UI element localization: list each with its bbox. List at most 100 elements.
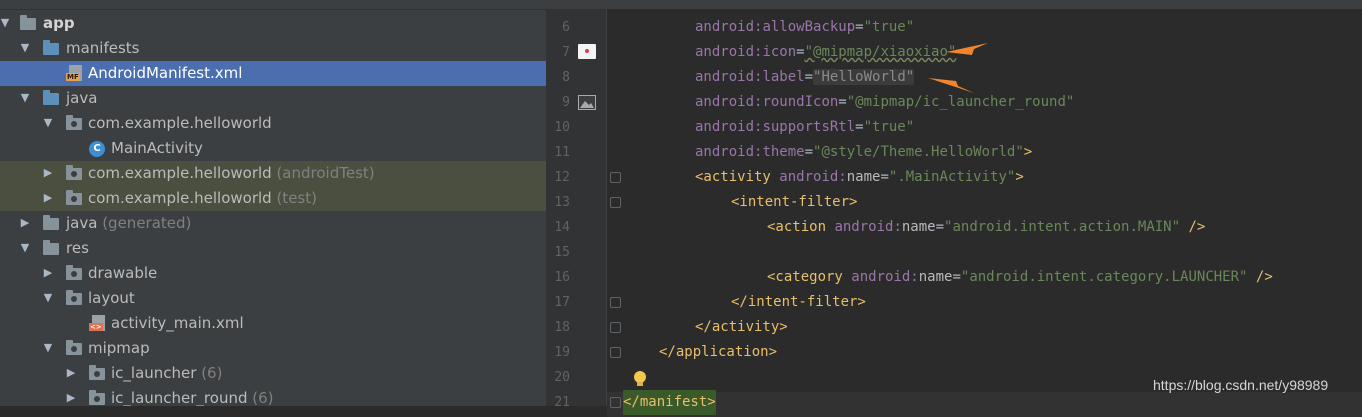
resource-folder-icon — [43, 240, 59, 255]
tree-item-label: java (generated) — [66, 213, 191, 233]
folder-icon — [66, 290, 82, 305]
attr-value: "HelloWorld" — [813, 69, 915, 85]
chevron-down-icon[interactable]: ▼ — [19, 92, 31, 104]
tag-close: /> — [1180, 219, 1206, 235]
tree-item-label: AndroidManifest.xml — [88, 64, 243, 82]
chevron-right-icon[interactable]: ▶ — [42, 267, 54, 279]
tree-item-java[interactable]: ▼ java — [0, 86, 546, 111]
equals: = — [838, 94, 847, 110]
chevron-right-icon[interactable]: ▶ — [42, 192, 54, 204]
tag-open: <intent-filter> — [731, 194, 858, 210]
equals: = — [855, 119, 864, 135]
watermark: https://blog.csdn.net/y98989 — [1153, 377, 1329, 393]
tree-item-package[interactable]: ▼ com.example.helloworld — [0, 111, 546, 136]
code-line-9: android:roundIcon="@mipmap/ic_launcher_r… — [695, 90, 1074, 115]
chevron-right-icon[interactable]: ▶ — [65, 392, 77, 404]
attr-value: "@style/Theme.HelloWorld" — [813, 144, 1024, 160]
line-number: 15 — [554, 245, 570, 260]
chevron-right-icon[interactable]: ▶ — [65, 367, 77, 379]
tree-item-label: com.example.helloworld (androidTest) — [88, 163, 375, 183]
tree-item-ic-launcher-round[interactable]: ▶ ic_launcher_round (6) — [0, 386, 546, 406]
line-number: 9 — [562, 95, 570, 110]
equals: = — [804, 69, 814, 85]
chevron-down-icon[interactable]: ▼ — [42, 342, 54, 354]
code-line-12: <activity android:name=".MainActivity"> — [695, 165, 1024, 190]
attr-prefix: android: — [834, 219, 902, 235]
attr-name: name — [846, 169, 881, 185]
tree-item-label: app — [43, 14, 75, 32]
chevron-right-icon[interactable]: ▶ — [19, 217, 31, 229]
manifest-file-icon: MF — [66, 65, 82, 81]
fold-marker-icon[interactable] — [610, 322, 621, 333]
code-line-18: </activity> — [695, 315, 788, 340]
tree-item-res[interactable]: ▼ res — [0, 236, 546, 261]
project-tree-panel: ▼ app ▼ manifests MF AndroidManifest.xml… — [0, 0, 546, 406]
attr-value: ".MainActivity" — [888, 169, 1016, 185]
fold-marker-icon[interactable] — [610, 397, 621, 408]
tree-item-java-generated[interactable]: ▶ java (generated) — [0, 211, 546, 236]
attr-name: name — [918, 269, 953, 285]
attr-value: "android.intent.category.LAUNCHER" — [960, 269, 1248, 285]
tag-open: </manifest> — [623, 394, 716, 410]
tree-item-activity-main-xml[interactable]: <> activity_main.xml — [0, 311, 546, 336]
tree-item-mainactivity[interactable]: C MainActivity — [0, 136, 546, 161]
lightbulb-icon[interactable] — [633, 370, 647, 388]
tree-item-app[interactable]: ▼ app — [0, 11, 546, 36]
tree-item-label-extra: (6) — [196, 364, 223, 382]
tree-item-label: layout — [88, 289, 135, 307]
layout-file-tag: <> — [89, 323, 103, 331]
attr-name: icon — [762, 44, 797, 60]
equals: = — [855, 19, 864, 35]
chevron-down-icon[interactable]: ▼ — [0, 17, 11, 29]
tree-item-label-main: com.example.helloworld — [88, 189, 272, 207]
code-line-7: android:icon="@mipmap/xiaoxiao" — [695, 40, 956, 65]
app-icon-preview[interactable] — [578, 44, 596, 59]
layout-file-icon: <> — [89, 315, 105, 331]
attr-prefix: android: — [695, 94, 763, 110]
folder-icon — [89, 390, 105, 405]
attr-value: "true" — [863, 119, 915, 135]
chevron-down-icon[interactable]: ▼ — [42, 117, 54, 129]
code-line-14: <action android:name="android.intent.act… — [767, 215, 1205, 240]
fold-marker-icon[interactable] — [610, 197, 621, 208]
tag-open: </application> — [659, 344, 778, 360]
tag-close: /> — [1247, 269, 1273, 285]
tree-item-label-extra: (generated) — [97, 214, 192, 232]
chevron-down-icon[interactable]: ▼ — [19, 42, 31, 54]
tree-item-label-main: ic_launcher — [111, 364, 197, 382]
tree-item-drawable[interactable]: ▶ drawable — [0, 261, 546, 286]
fold-marker-icon[interactable] — [610, 347, 621, 358]
line-number: 20 — [554, 370, 570, 385]
tree-item-mipmap[interactable]: ▼ mipmap — [0, 336, 546, 361]
chevron-down-icon[interactable]: ▼ — [19, 242, 31, 254]
tree-item-layout[interactable]: ▼ layout — [0, 286, 546, 311]
tree-item-label: com.example.helloworld (test) — [88, 188, 317, 208]
tag-open: </activity> — [695, 319, 788, 335]
attr-name: roundIcon — [762, 94, 839, 110]
fold-marker-icon[interactable] — [610, 297, 621, 308]
tree-item-label: ic_launcher_round (6) — [111, 388, 274, 406]
attr-value: "android.intent.action.MAIN" — [944, 219, 1181, 235]
fold-marker-icon[interactable] — [610, 172, 621, 183]
tree-item-label-main: java — [66, 214, 98, 232]
line-number: 7 — [562, 45, 570, 60]
tree-item-label: java — [66, 89, 98, 107]
tree-item-androidmanifest[interactable]: MF AndroidManifest.xml — [0, 61, 546, 86]
tree-item-label: com.example.helloworld — [88, 114, 272, 132]
attr-name: supportsRtl — [762, 119, 856, 135]
equals: = — [952, 269, 961, 285]
chevron-down-icon[interactable]: ▼ — [42, 292, 54, 304]
tree-item-manifests[interactable]: ▼ manifests — [0, 36, 546, 61]
tag-open: <activity — [695, 169, 780, 185]
tree-item-ic-launcher[interactable]: ▶ ic_launcher (6) — [0, 361, 546, 386]
current-line-highlight — [607, 392, 1362, 417]
chevron-right-icon[interactable]: ▶ — [42, 167, 54, 179]
generated-folder-icon — [43, 215, 59, 230]
image-preview-icon[interactable] — [578, 95, 596, 110]
tag-open: <action — [767, 219, 835, 235]
attr-name: allowBackup — [762, 19, 856, 35]
code-line-11: android:theme="@style/Theme.HelloWorld"> — [695, 140, 1032, 165]
tree-item-label-main: com.example.helloworld — [88, 164, 272, 182]
tree-item-package-androidtest[interactable]: ▶ com.example.helloworld (androidTest) — [0, 161, 546, 186]
tree-item-package-test[interactable]: ▶ com.example.helloworld (test) — [0, 186, 546, 211]
